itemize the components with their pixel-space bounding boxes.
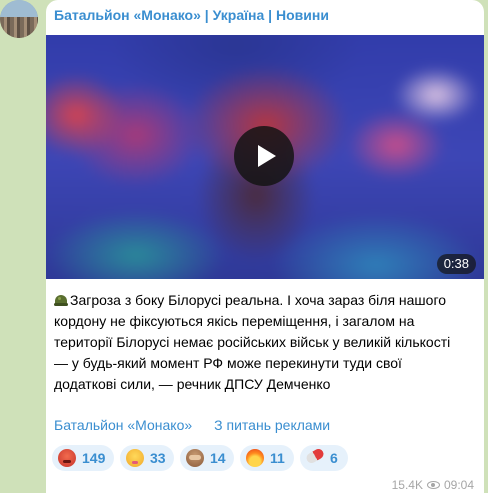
post-line-5: додаткові сили, — речник ДПСУ Демченко (54, 374, 478, 395)
channel-link[interactable]: Батальйон «Монако» (54, 417, 192, 433)
message-bubble: Батальйон «Монако» | Україна | Новини 0:… (46, 0, 484, 493)
video-preview[interactable]: 0:38 (46, 35, 484, 279)
play-icon[interactable] (234, 126, 294, 186)
post-line-5-bold: додаткові сили, (54, 376, 155, 392)
reaction-count: 14 (210, 450, 226, 466)
eye-icon (426, 481, 440, 489)
reaction-angry[interactable]: 149 (52, 445, 114, 471)
ads-link[interactable]: З питань реклами (214, 417, 330, 433)
reaction-woozy[interactable]: 33 (120, 445, 174, 471)
woozy-face-icon (126, 449, 144, 467)
avatar-sky (0, 0, 38, 18)
reaction-fire[interactable]: 11 (240, 445, 294, 471)
message-time: 09:04 (443, 478, 474, 492)
reaction-count: 11 (270, 450, 285, 466)
post-line-2: кордону не фіксуються якісь переміщення,… (54, 313, 415, 329)
video-duration: 0:38 (436, 254, 476, 274)
post-line-3: території Білорусі немає російських війс… (54, 334, 451, 350)
fire-icon (246, 449, 264, 467)
post-line-5-rest: — речник ДПСУ Демченко (154, 376, 331, 392)
reaction-count: 33 (150, 450, 166, 466)
angry-face-icon (58, 449, 76, 467)
post-text: Загроза з боку Білорусі реальна. І хоча … (54, 290, 478, 395)
post-line-4: — у будь-який момент РФ може перекинути … (54, 355, 402, 371)
reaction-count: 6 (330, 450, 338, 466)
post-line-1: Загроза з боку Білорусі реальна. І хоча … (54, 290, 478, 311)
message-meta: 15.4K 09:04 (392, 478, 474, 492)
post-links: Батальйон «Монако» З питань реклами (54, 417, 330, 433)
channel-title[interactable]: Батальйон «Монако» | Україна | Новини (54, 7, 329, 23)
view-count: 15.4K (391, 478, 423, 492)
reaction-monkey[interactable]: 14 (180, 445, 234, 471)
channel-avatar[interactable] (0, 0, 38, 38)
see-no-evil-monkey-icon (186, 449, 204, 467)
military-helmet-icon (54, 295, 68, 306)
avatar-city (0, 17, 38, 38)
post-line-1-text: Загроза з боку Білорусі реальна. І хоча … (70, 292, 447, 308)
reaction-count: 149 (82, 450, 106, 466)
pill-icon (304, 447, 326, 465)
reaction-pill[interactable]: 6 (300, 445, 348, 471)
